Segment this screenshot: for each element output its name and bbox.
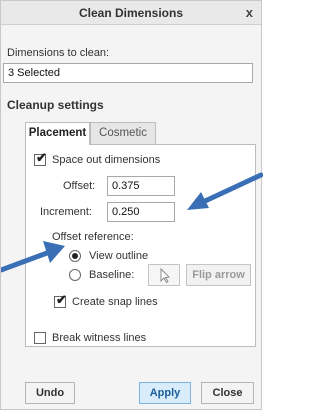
- view-outline-label: View outline: [89, 250, 149, 262]
- offset-input[interactable]: 0.375: [107, 176, 175, 196]
- baseline-label: Baseline:: [89, 269, 135, 281]
- clean-dimensions-dialog: Clean Dimensions x Dimensions to clean: …: [0, 0, 263, 410]
- offset-reference-label: Offset reference:: [52, 231, 134, 243]
- create-snap-lines-label: Create snap lines: [72, 296, 158, 308]
- offset-label: Offset:: [63, 180, 96, 192]
- tab-cosmetic[interactable]: Cosmetic: [90, 122, 156, 144]
- dialog-title: Clean Dimensions: [78, 6, 184, 20]
- dimensions-to-clean-label: Dimensions to clean:: [7, 47, 110, 59]
- baseline-radio[interactable]: [69, 269, 81, 281]
- break-witness-label: Break witness lines: [52, 332, 147, 344]
- close-icon[interactable]: x: [246, 5, 253, 20]
- create-snap-lines-checkbox[interactable]: ✔: [54, 292, 67, 308]
- increment-input[interactable]: 0.250: [107, 202, 175, 222]
- checkmark-icon: ✔: [36, 150, 47, 165]
- title-bar[interactable]: Clean Dimensions x: [1, 1, 261, 25]
- view-outline-radio[interactable]: [69, 250, 81, 262]
- cleanup-settings-title: Cleanup settings: [7, 98, 104, 112]
- placement-panel: [25, 144, 256, 347]
- space-out-checkbox[interactable]: ✔: [34, 150, 47, 166]
- increment-label: Increment:: [40, 206, 92, 218]
- cursor-arrow-icon: [160, 267, 171, 284]
- baseline-pick-button[interactable]: [148, 264, 180, 286]
- undo-button[interactable]: Undo: [25, 382, 75, 404]
- close-button[interactable]: Close: [201, 382, 254, 404]
- flip-arrow-button[interactable]: Flip arrow: [186, 264, 251, 286]
- break-witness-checkbox[interactable]: [34, 332, 46, 344]
- radio-selected-dot: [72, 253, 78, 259]
- checkmark-icon: ✔: [56, 292, 67, 307]
- space-out-label: Space out dimensions: [52, 154, 161, 166]
- tab-placement[interactable]: Placement: [25, 122, 90, 145]
- apply-button[interactable]: Apply: [139, 382, 191, 404]
- dimensions-selection-field[interactable]: 3 Selected: [3, 63, 253, 83]
